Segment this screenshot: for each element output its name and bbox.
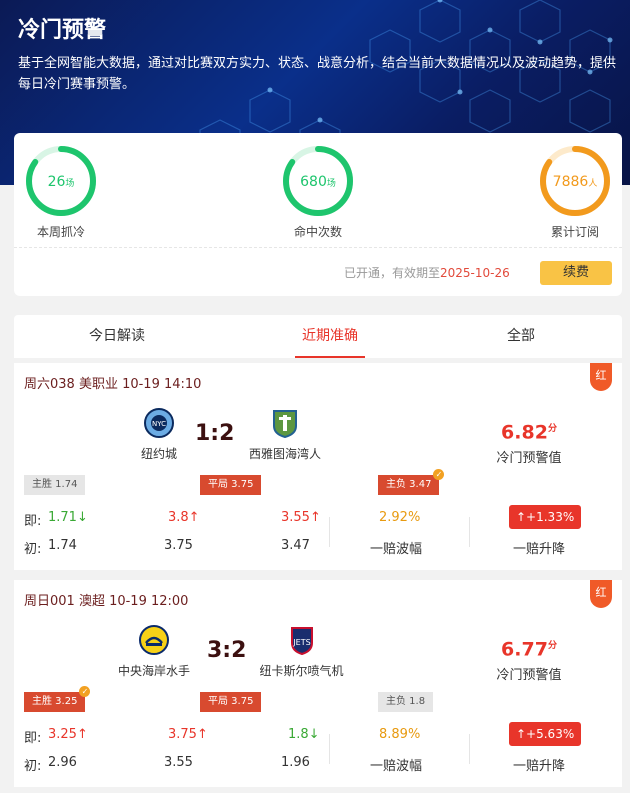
divider <box>329 517 330 547</box>
warning-number: 6.82 <box>501 421 548 444</box>
warning-label: 冷门预警值 <box>496 451 562 466</box>
warning-value: 6.77分 <box>459 638 599 660</box>
stat-unit: 人 <box>588 179 598 189</box>
current-home-odds: 3.25↑ <box>48 727 88 742</box>
stat-label: 本周抓冷 <box>36 225 85 239</box>
home-team-name: 纽约城 <box>140 447 177 461</box>
current-prefix: 即: <box>24 514 42 529</box>
tab-recent-accuracy[interactable]: 近期准确 <box>260 315 400 358</box>
stat-unit: 场 <box>326 179 336 189</box>
bounce-label: 一赔波幅 <box>370 542 423 557</box>
current-home-odds: 1.71↓ <box>48 510 88 525</box>
page-description: 基于全网智能大数据，通过对比赛双方实力、状态、战意分析，结合当前大数据情况以及波… <box>18 56 617 92</box>
tab-all[interactable]: 全部 <box>451 315 591 358</box>
away-team-name: 纽卡斯尔喷气机 <box>259 664 344 678</box>
home-team: 中央海岸水手 <box>109 625 199 679</box>
divider <box>469 734 470 764</box>
stat-weekly-upsets: 26场 本周抓冷 <box>16 145 106 240</box>
odds-badge-home: 主胜 1.74 <box>24 475 86 495</box>
odds-badge-draw: 平局 3.75 <box>200 692 262 712</box>
away-team: JETS 纽卡斯尔喷气机 <box>249 625 354 679</box>
divider <box>14 247 622 248</box>
divider <box>329 734 330 764</box>
match-card[interactable]: 周日001 澳超 10-19 12:00 红 中央海岸水手 3:2 JETS 纽… <box>14 580 622 787</box>
stats-card: 26场 本周抓冷 680场 命中次数 7886人 累计订阅 已开通，有效期至20… <box>14 133 622 296</box>
odds-badge-away: 主负 1.8 <box>378 692 434 712</box>
subscription-text: 已开通，有效期至 <box>344 266 441 280</box>
svg-text:NYC: NYC <box>152 420 166 428</box>
renew-button[interactable]: 续费 <box>540 261 612 285</box>
initial-home-odds: 1.74 <box>48 538 77 553</box>
initial-away-odds: 1.96 <box>281 755 310 770</box>
progress-ring: 680场 <box>282 145 354 217</box>
stat-subscribers: 7886人 累计订阅 <box>530 145 620 240</box>
progress-ring: 26场 <box>25 145 97 217</box>
stat-label: 命中次数 <box>293 225 342 239</box>
initial-prefix: 初: <box>24 759 42 774</box>
stat-value: 680 <box>300 174 327 190</box>
change-label: 一赔升降 <box>513 542 566 557</box>
warning-value: 6.82分 <box>459 421 599 443</box>
initial-draw-odds: 3.75 <box>164 538 193 553</box>
initial-away-odds: 3.47 <box>281 538 310 553</box>
change-badge: ↑+1.33% <box>509 505 582 529</box>
current-prefix: 即: <box>24 731 42 746</box>
match-score: 3:2 <box>207 638 247 663</box>
stat-hits: 680场 命中次数 <box>273 145 363 240</box>
odds-badge-away: 主负 3.47 ✓ <box>378 469 445 495</box>
odds-badge-home: 主胜 3.25 ✓ <box>24 686 91 712</box>
home-team: NYC 纽约城 <box>124 408 194 462</box>
current-draw-odds: 3.8↑ <box>168 510 200 525</box>
initial-draw-odds: 3.55 <box>164 755 193 770</box>
nycfc-logo-icon: NYC <box>144 408 174 438</box>
away-team-name: 西雅图海湾人 <box>248 447 321 461</box>
warning-unit: 分 <box>547 424 557 434</box>
home-team-name: 中央海岸水手 <box>117 664 190 678</box>
odds-badge-home-text: 主胜 3.25 <box>32 696 78 707</box>
odds-badge-draw: 平局 3.75 <box>200 475 262 495</box>
change-badge: ↑+5.63% <box>509 722 582 746</box>
check-icon: ✓ <box>79 686 91 697</box>
bounce-value: 2.92% <box>379 510 421 525</box>
tab-today[interactable]: 今日解读 <box>47 315 187 358</box>
subscription-status: 已开通，有效期至2025-10-26 <box>344 264 510 281</box>
expiry-date: 2025-10-26 <box>440 266 510 280</box>
warning-unit: 分 <box>547 641 557 651</box>
initial-home-odds: 2.96 <box>48 755 77 770</box>
current-away-odds: 3.55↑ <box>281 510 321 525</box>
result-tag: 红 <box>590 363 612 391</box>
stat-label: 累计订阅 <box>550 225 599 239</box>
result-tag: 红 <box>590 580 612 608</box>
progress-ring: 7886人 <box>539 145 611 217</box>
initial-prefix: 初: <box>24 542 42 557</box>
central-coast-mariners-logo-icon <box>139 625 169 655</box>
check-icon: ✓ <box>433 469 445 480</box>
match-header: 周六038 美职业 10-19 14:10 <box>24 377 202 392</box>
warning-label: 冷门预警值 <box>496 668 562 683</box>
match-header: 周日001 澳超 10-19 12:00 <box>24 594 189 609</box>
odds-badge-away-text: 主负 3.47 <box>386 479 432 490</box>
seattle-sounders-logo-icon <box>273 410 297 439</box>
tab-bar: 今日解读 近期准确 全部 <box>14 315 622 358</box>
svg-text:JETS: JETS <box>292 638 310 647</box>
change-label: 一赔升降 <box>513 759 566 774</box>
away-team: 西雅图海湾人 <box>240 408 330 462</box>
stat-value: 7886 <box>552 174 589 190</box>
current-away-odds: 1.8↓ <box>288 727 320 742</box>
warning-number: 6.77 <box>501 638 548 661</box>
current-draw-odds: 3.75↑ <box>168 727 208 742</box>
bounce-value: 8.89% <box>379 727 421 742</box>
match-card[interactable]: 周六038 美职业 10-19 14:10 红 NYC 纽约城 1:2 西雅图海… <box>14 363 622 570</box>
stat-unit: 场 <box>65 179 75 189</box>
page-title: 冷门预警 <box>18 18 107 43</box>
newcastle-jets-logo-icon: JETS <box>290 627 313 656</box>
divider <box>469 517 470 547</box>
match-score: 1:2 <box>195 421 235 446</box>
bounce-label: 一赔波幅 <box>370 759 423 774</box>
stat-value: 26 <box>47 174 66 190</box>
